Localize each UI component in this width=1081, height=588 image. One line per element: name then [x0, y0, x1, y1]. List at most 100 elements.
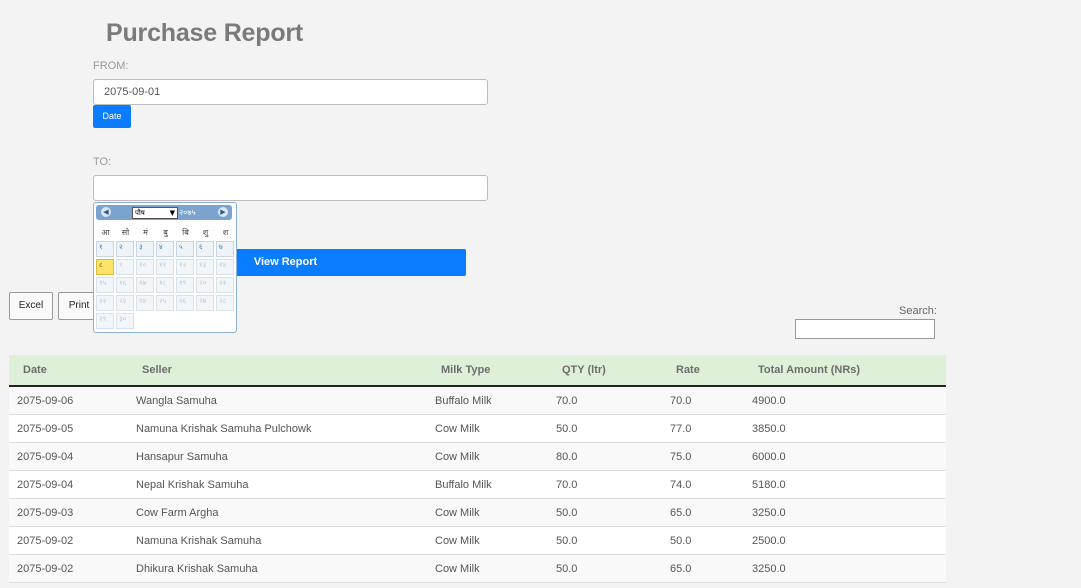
cell-milk-type: Cow Milk: [435, 563, 480, 575]
calendar-day[interactable]: १५: [96, 277, 114, 293]
calendar-day[interactable]: ३: [136, 241, 154, 257]
calendar-day[interactable]: २: [116, 241, 134, 257]
calendar-day[interactable]: १: [96, 241, 114, 257]
calendar-day[interactable]: २५: [156, 295, 174, 311]
header-seller[interactable]: Seller: [142, 364, 172, 376]
cell-seller: Wangla Samuha: [136, 395, 217, 407]
calendar-day[interactable]: १३: [196, 259, 214, 275]
excel-button[interactable]: Excel: [9, 292, 53, 320]
month-select-value: पौष: [135, 209, 145, 217]
cell-seller: Hansapur Samuha: [136, 451, 228, 463]
cell-rate: 75.0: [670, 451, 692, 463]
cell-total-amount: 6000.0: [752, 451, 786, 463]
header-total-amount[interactable]: Total Amount (NRs): [758, 364, 860, 376]
table-header: Date Seller Milk Type QTY (ltr) Rate Tot…: [9, 355, 946, 387]
table-row: 2075-09-04 Hansapur Samuha Cow Milk 80.0 75.…: [9, 443, 946, 471]
cell-date: 2075-09-03: [17, 507, 74, 519]
calendar-day[interactable]: ६: [196, 241, 214, 257]
cell-milk-type: Cow Milk: [435, 535, 480, 547]
header-date[interactable]: Date: [23, 364, 47, 376]
cell-rate: 77.0: [670, 423, 692, 435]
cell-seller: Namuna Krishak Samuha: [136, 535, 262, 547]
cell-total-amount: 4900.0: [752, 395, 786, 407]
cell-rate: 65.0: [670, 563, 692, 575]
cell-qty: 70.0: [556, 395, 578, 407]
calendar-day[interactable]: २४: [136, 295, 154, 311]
calendar-day[interactable]: ९: [116, 259, 134, 275]
weekday-label: मं: [143, 228, 148, 237]
cell-rate: 65.0: [670, 507, 692, 519]
next-month-icon[interactable]: ▶: [218, 207, 228, 217]
to-label: TO:: [93, 156, 112, 168]
cell-seller: Cow Farm Argha: [136, 507, 219, 519]
page-title: Purchase Report: [106, 19, 304, 47]
cell-total-amount: 3250.0: [752, 563, 786, 575]
calendar-day[interactable]: १९: [176, 277, 194, 293]
calendar-day[interactable]: २६: [176, 295, 194, 311]
weekday-label: शु: [202, 228, 209, 237]
cell-date: 2075-09-02: [17, 535, 74, 547]
from-date-input[interactable]: [93, 79, 488, 105]
calendar-day[interactable]: २१: [216, 277, 234, 293]
year-label: २०७५: [179, 208, 196, 217]
weekday-label: बि: [182, 228, 189, 237]
calendar-day[interactable]: २२: [96, 295, 114, 311]
date-button[interactable]: Date: [93, 105, 131, 128]
cell-milk-type: Buffalo Milk: [435, 479, 492, 491]
cell-qty: 50.0: [556, 423, 578, 435]
header-rate[interactable]: Rate: [676, 364, 700, 376]
calendar-header: ◀ पौष ▼ २०७५ ▶: [96, 205, 232, 220]
calendar-day[interactable]: ११: [156, 259, 174, 275]
calendar-day[interactable]: १२: [176, 259, 194, 275]
cell-seller: Nepal Krishak Samuha: [136, 479, 249, 491]
month-select[interactable]: पौष ▼: [132, 207, 178, 219]
calendar-day[interactable]: ३०: [116, 313, 134, 329]
cell-milk-type: Cow Milk: [435, 423, 480, 435]
header-qty[interactable]: QTY (ltr): [562, 364, 606, 376]
table-row: 2075-09-04 Nepal Krishak Samuha Buffalo Mi…: [9, 471, 946, 499]
search-label: Search:: [899, 305, 937, 317]
calendar-day[interactable]: ८: [96, 259, 114, 275]
cell-rate: 74.0: [670, 479, 692, 491]
cell-total-amount: 2500.0: [752, 535, 786, 547]
weekday-label: आ: [101, 228, 110, 237]
to-date-input[interactable]: [93, 175, 488, 201]
prev-month-icon[interactable]: ◀: [101, 207, 111, 217]
calendar-day[interactable]: १८: [156, 277, 174, 293]
cell-date: 2075-09-04: [17, 479, 74, 491]
cell-milk-type: Cow Milk: [435, 507, 480, 519]
cell-seller: Namuna Krishak Samuha Pulchowk: [136, 423, 312, 435]
table-row: 2075-09-02 Dhikura Krishak Samuha Cow Milk…: [9, 555, 946, 583]
cell-rate: 50.0: [670, 535, 692, 547]
table-row: 2075-09-02 Namuna Krishak Samuha Cow Milk 5…: [9, 527, 946, 555]
calendar-day[interactable]: ४: [156, 241, 174, 257]
table-row: 2075-09-06 Wangla Samuha Buffalo Milk 70.0 7…: [9, 387, 946, 415]
calendar-day[interactable]: १७: [136, 277, 154, 293]
weekday-label: बु: [163, 228, 168, 237]
calendar-day[interactable]: १६: [116, 277, 134, 293]
cell-qty: 50.0: [556, 507, 578, 519]
cell-qty: 50.0: [556, 535, 578, 547]
calendar-day[interactable]: २९: [96, 313, 114, 329]
calendar-day[interactable]: ७: [216, 241, 234, 257]
cell-date: 2075-09-04: [17, 451, 74, 463]
search-input[interactable]: [795, 319, 935, 339]
calendar-day[interactable]: १०: [136, 259, 154, 275]
calendar-day[interactable]: १४: [216, 259, 234, 275]
weekday-label: सो: [121, 228, 130, 237]
calendar-day[interactable]: २८: [216, 295, 234, 311]
calendar-day[interactable]: ५: [176, 241, 194, 257]
header-milk-type[interactable]: Milk Type: [441, 364, 490, 376]
cell-qty: 50.0: [556, 563, 578, 575]
calendar-day[interactable]: २०: [196, 277, 214, 293]
cell-date: 2075-09-06: [17, 395, 74, 407]
cell-date: 2075-09-05: [17, 423, 74, 435]
nepali-date-picker: ◀ पौष ▼ २०७५ ▶ आ सो मं बु बि शु श १ २ ३ ४ ५ ६ ७ ८ ९ १० १…: [93, 202, 237, 333]
calendar-day[interactable]: २७: [196, 295, 214, 311]
weekday-label: श: [222, 228, 229, 237]
calendar-day[interactable]: २३: [116, 295, 134, 311]
cell-total-amount: 3850.0: [752, 423, 786, 435]
cell-date: 2075-09-02: [17, 563, 74, 575]
cell-milk-type: Cow Milk: [435, 451, 480, 463]
cell-rate: 70.0: [670, 395, 692, 407]
